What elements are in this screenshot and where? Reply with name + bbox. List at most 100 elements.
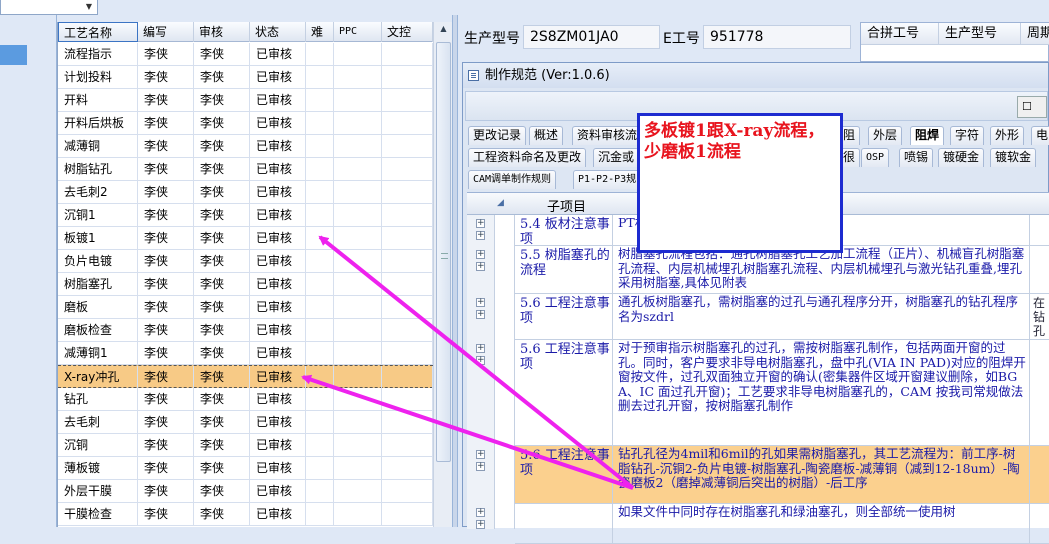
column-header-subitem[interactable]: 子项目 <box>547 196 586 215</box>
left-nav-selected-item[interactable] <box>0 45 27 65</box>
table-row[interactable]: 沉铜1 李侠 李侠 已审核 <box>58 204 433 227</box>
table-row[interactable]: 干膜检查 李侠 李侠 已审核 <box>58 503 433 526</box>
merge-column-job[interactable]: 合拼工号 <box>861 23 939 45</box>
chevron-down-icon[interactable]: ▼ <box>83 0 95 14</box>
table-row[interactable]: 薄板镀 李侠 李侠 已审核 <box>58 457 433 480</box>
table-row[interactable]: 板镀1 李侠 李侠 已审核 <box>58 227 433 250</box>
expand-icon[interactable]: + <box>476 520 485 529</box>
spec-row[interactable]: 如果文件中同时存在树脂塞孔和绿油塞孔，则全部统一使用树 <box>515 504 1049 544</box>
table-row[interactable]: 开料 李侠 李侠 已审核 <box>58 89 433 112</box>
checkbox-button[interactable]: ☐ <box>1017 96 1047 118</box>
expand-icon[interactable]: + <box>476 219 485 228</box>
ework-field[interactable]: 951778 <box>703 25 851 49</box>
merge-column-period[interactable]: 周期 <box>1021 23 1049 45</box>
row-reviewer: 李侠 <box>194 480 250 502</box>
row-reviewer: 李侠 <box>194 43 250 65</box>
row-name: 开料后烘板 <box>58 112 138 134</box>
tab-silkscreen[interactable]: 字符 <box>950 126 985 145</box>
tab-osp[interactable]: OSP <box>861 148 890 167</box>
row-ppc <box>334 273 382 295</box>
tab-naming-change[interactable]: 工程资料命名及更改 <box>468 148 587 167</box>
tab-profile[interactable]: 外形 <box>990 126 1025 145</box>
column-header-reviewer[interactable]: 审核 <box>194 22 250 42</box>
column-header-doc-control[interactable]: 文控 <box>382 22 433 42</box>
tab-p1-p2-p3[interactable]: P1-P2-P3规 <box>573 170 642 189</box>
table-row[interactable]: 减薄铜 李侠 李侠 已审核 <box>58 135 433 158</box>
expand-icon[interactable]: + <box>476 344 485 353</box>
expand-icon[interactable]: + <box>476 450 485 459</box>
table-row[interactable]: 去毛刺2 李侠 李侠 已审核 <box>58 181 433 204</box>
row-reviewer: 李侠 <box>194 227 250 249</box>
tab-hasl[interactable]: 喷锡 <box>899 148 934 167</box>
column-header-difficulty[interactable]: 难 <box>306 22 334 42</box>
row-author: 李侠 <box>138 480 194 502</box>
scrollbar-thumb[interactable] <box>436 42 451 462</box>
table-row[interactable]: 外层干膜 李侠 李侠 已审核 <box>58 480 433 503</box>
scroll-up-icon[interactable]: ▲ <box>437 24 450 38</box>
table-row[interactable]: 磨板 李侠 李侠 已审核 <box>58 296 433 319</box>
row-status: 已审核 <box>250 457 306 479</box>
table-row[interactable]: 负片电镀 李侠 李侠 已审核 <box>58 250 433 273</box>
row-author: 李侠 <box>138 388 194 410</box>
tab-solder-mask[interactable]: 阻焊 <box>910 126 945 145</box>
row-author: 李侠 <box>138 204 194 226</box>
row-difficulty <box>306 204 334 226</box>
spec-row[interactable]: 5.6 工程注意事项 通孔板树脂塞孔，需树脂塞的过孔与通孔程序分开，树脂塞孔的钻孔… <box>515 294 1049 340</box>
row-difficulty <box>306 366 334 388</box>
dialog-title-bar[interactable]: 制作规范 (Ver:1.0.6) <box>463 63 1048 88</box>
spec-row-key: 5.5 树脂塞孔的流程 <box>515 246 613 293</box>
expand-icon[interactable]: + <box>476 356 485 365</box>
tab-soft-gold[interactable]: 镀软金 <box>990 148 1037 167</box>
table-row[interactable]: 沉铜 李侠 李侠 已审核 <box>58 434 433 457</box>
table-row[interactable]: 减薄铜1 李侠 李侠 已审核 <box>58 342 433 365</box>
row-doc-control <box>382 366 433 388</box>
tab-overview[interactable]: 概述 <box>529 126 564 145</box>
table-row[interactable]: 开料后烘板 李侠 李侠 已审核 <box>58 112 433 135</box>
sort-icon[interactable]: ◢ <box>497 198 504 208</box>
row-status: 已审核 <box>250 227 306 249</box>
table-row[interactable]: 磨板检查 李侠 李侠 已审核 <box>58 319 433 342</box>
tab-electrical[interactable]: 电 <box>1031 126 1049 145</box>
annotation-box: 多板镀1跟X-ray流程，少磨板1流程 <box>637 113 843 253</box>
tab-data-review[interactable]: 资料审核流 <box>572 126 643 145</box>
table-row[interactable]: 树脂塞孔 李侠 李侠 已审核 <box>58 273 433 296</box>
row-doc-control <box>382 43 433 65</box>
expand-icon[interactable]: + <box>476 262 485 271</box>
row-status: 已审核 <box>250 411 306 433</box>
spec-row[interactable]: 5.6 工程注意事项 对于预审指示树脂塞孔的过孔，需按树脂塞孔制作，包括两面开窗的… <box>515 340 1049 446</box>
table-row[interactable]: X-ray冲孔 李侠 李侠 已审核 <box>58 365 433 388</box>
expand-icon[interactable]: + <box>476 231 485 240</box>
tab-cam-rules[interactable]: CAM调单制作规则 <box>468 170 557 189</box>
column-header-status[interactable]: 状态 <box>250 22 306 42</box>
table-row[interactable]: 计划投料 李侠 李侠 已审核 <box>58 66 433 89</box>
grid-scrollbar[interactable]: ▲ <box>433 22 452 527</box>
top-combo[interactable]: ▼ <box>0 0 98 15</box>
table-row[interactable]: 流程指示 李侠 李侠 已审核 <box>58 43 433 66</box>
tab-outer-layer[interactable]: 外层 <box>868 126 903 145</box>
spec-row[interactable]: 5.5 树脂塞孔的流程 树脂塞孔流程包括：通孔树脂塞孔工艺加工流程（正片）、机械盲… <box>515 246 1049 294</box>
row-ppc <box>334 411 382 433</box>
expand-icon[interactable]: + <box>476 508 485 517</box>
spec-row[interactable]: 5.6 工程注意事项 钻孔孔径为4mil和6mil的孔如果需树脂塞孔，其工艺流程为… <box>515 446 1049 504</box>
table-row[interactable]: 树脂钻孔 李侠 李侠 已审核 <box>58 158 433 181</box>
tab-change-log[interactable]: 更改记录 <box>468 126 527 145</box>
table-row[interactable]: 钻孔 李侠 李侠 已审核 <box>58 388 433 411</box>
tab-immersion-gold[interactable]: 沉金或 <box>593 148 640 167</box>
tab-hard-gold[interactable]: 镀硬金 <box>938 148 985 167</box>
merge-column-model[interactable]: 生产型号 <box>939 23 1021 45</box>
row-difficulty <box>306 135 334 157</box>
column-header-ppc[interactable]: PPC <box>334 22 382 42</box>
expand-icon[interactable]: + <box>476 250 485 259</box>
expand-icon[interactable]: + <box>476 310 485 319</box>
column-header-author[interactable]: 编写 <box>138 22 194 42</box>
expand-icon[interactable]: + <box>476 462 485 471</box>
row-author: 李侠 <box>138 411 194 433</box>
column-header-name[interactable]: 工艺名称 <box>58 22 138 42</box>
row-ppc <box>334 112 382 134</box>
spec-row-extra <box>1031 246 1049 293</box>
row-author: 李侠 <box>138 89 194 111</box>
model-field[interactable]: 2S8ZM01JA0 <box>523 25 660 49</box>
row-status: 已审核 <box>250 135 306 157</box>
expand-icon[interactable]: + <box>476 298 485 307</box>
table-row[interactable]: 去毛刺 李侠 李侠 已审核 <box>58 411 433 434</box>
